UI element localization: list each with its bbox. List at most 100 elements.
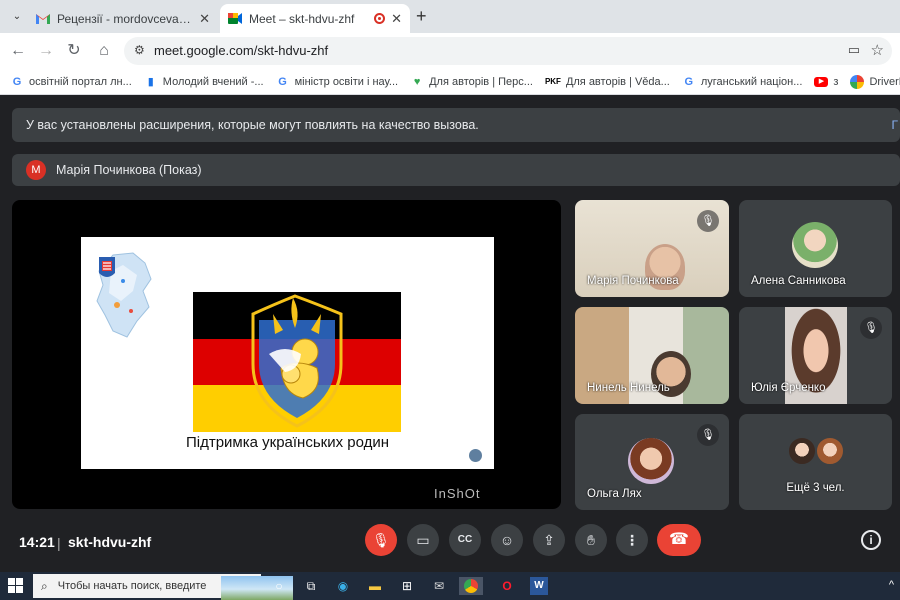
- address-bar[interactable]: ⚙ meet.google.com/skt-hdvu-zhf ▭ ☆: [124, 37, 892, 65]
- reactions-button[interactable]: ☺: [491, 524, 523, 556]
- participant-name: Ольга Лях: [587, 488, 642, 500]
- bookmark-star-icon[interactable]: ☆: [871, 41, 884, 59]
- leave-call-button[interactable]: ☎: [657, 524, 701, 556]
- emoji-icon: ☺: [499, 532, 515, 548]
- file-explorer-icon[interactable]: ▬: [366, 577, 384, 595]
- captions-button[interactable]: CC: [449, 524, 481, 556]
- presentation-stage: Підтримка українських родин InShOt: [12, 200, 561, 509]
- youtube-icon: ▶: [814, 76, 829, 87]
- mic-off-icon: 🎙︎: [697, 210, 719, 232]
- edge-icon[interactable]: ◉: [334, 577, 352, 595]
- mic-off-icon: 🎙︎: [697, 424, 719, 446]
- raise-hand-button[interactable]: ✋︎: [575, 524, 607, 556]
- banner-text: У вас установлены расширения, которые мо…: [26, 118, 479, 132]
- heart-icon: ♥: [413, 75, 421, 88]
- store-icon[interactable]: ⊞: [398, 577, 416, 595]
- url-text: meet.google.com/skt-hdvu-zhf: [154, 43, 329, 58]
- participant-tile[interactable]: 🎙︎ Ольга Лях: [575, 414, 729, 510]
- participant-name: Юлія Єрченко: [751, 382, 826, 394]
- word-icon[interactable]: W: [530, 577, 548, 595]
- home-icon[interactable]: ⌂: [94, 41, 114, 61]
- bookmark-item[interactable]: PKF Для авторів | Věda...: [545, 75, 670, 89]
- present-button[interactable]: ⇪: [533, 524, 565, 556]
- bookmark-label: Молодий вчений -...: [162, 75, 264, 88]
- google-g-icon: G: [684, 75, 694, 88]
- bookmark-item[interactable]: DriverPack: [850, 74, 900, 89]
- bookmark-label: з: [833, 75, 839, 88]
- bookmark-item[interactable]: Gлуганський націон...: [682, 75, 803, 89]
- bookmark-item[interactable]: Gосвітній портал лн...: [10, 75, 132, 89]
- participant-tile[interactable]: Ещё 3 чел.: [739, 414, 892, 510]
- bookmark-item[interactable]: ▶ з: [814, 76, 838, 88]
- current-time: 14:21: [19, 534, 55, 550]
- slide-caption: Підтримка українських родин: [185, 434, 390, 451]
- participant-avatar: [792, 222, 838, 268]
- inshot-watermark: InShOt: [434, 486, 481, 501]
- reload-icon[interactable]: ↻: [64, 41, 84, 61]
- german-flag-image: [193, 292, 401, 433]
- meeting-code: skt-hdvu-zhf: [68, 534, 152, 550]
- close-tab-icon[interactable]: ✕: [391, 11, 402, 27]
- presentation-bar: М Марія Починкова (Показ): [12, 154, 900, 186]
- cortana-icon[interactable]: ○: [270, 577, 288, 595]
- pkf-icon: PKF: [544, 76, 561, 86]
- back-icon[interactable]: ←: [8, 41, 28, 61]
- call-end-icon: ☎: [669, 531, 689, 548]
- banner-link[interactable]: Г: [892, 118, 899, 132]
- tray-chevron-icon[interactable]: ^: [889, 579, 894, 591]
- forward-icon[interactable]: →: [36, 41, 56, 61]
- slide-pointer-icon: [469, 449, 482, 462]
- taskbar-search-box[interactable]: ⌕ Чтобы начать поиск, введите: [33, 574, 293, 600]
- recording-icon: [374, 13, 386, 24]
- participant-avatar: [815, 436, 845, 466]
- more-options-button[interactable]: ⋮: [616, 524, 648, 556]
- google-g-icon: G: [278, 75, 287, 88]
- tab-title: Meet – skt-hdvu-zhf: [249, 11, 355, 26]
- chrome-icon[interactable]: [459, 577, 483, 595]
- bookmark-item[interactable]: ▮ Молодий вчений -...: [144, 75, 264, 89]
- search-icon: ⌕: [41, 578, 48, 593]
- mail-icon[interactable]: ✉: [430, 577, 448, 595]
- tab-gmail[interactable]: Рецензії - mordovcevanv@gma ✕: [28, 4, 218, 33]
- site-info-icon[interactable]: ⚙: [134, 43, 145, 57]
- participant-name: Нинель Нинель: [587, 382, 670, 394]
- gmail-icon: [36, 13, 50, 24]
- bookmarks-bar: Gосвітній портал лн... ▮ Молодий вчений -…: [0, 69, 900, 95]
- mic-off-icon: 🎙︎: [860, 317, 882, 339]
- participant-tile[interactable]: 🎙︎ Марія Починкова: [575, 200, 729, 297]
- family-emblem-image: [251, 294, 343, 428]
- close-tab-icon[interactable]: ✕: [199, 11, 210, 27]
- hesse-map-image: [96, 252, 152, 338]
- tab-search-icon[interactable]: ⌄: [8, 8, 26, 26]
- bookmark-item[interactable]: Gміністр освіти і нау...: [276, 75, 399, 89]
- new-tab-icon[interactable]: +: [416, 6, 427, 27]
- participant-tile[interactable]: Алена Санникова: [739, 200, 892, 297]
- tab-meet[interactable]: Meet – skt-hdvu-zhf ✕: [220, 4, 410, 33]
- meet-icon: [228, 13, 242, 24]
- windows-start-icon[interactable]: [8, 578, 24, 594]
- camera-icon[interactable]: ▭: [848, 42, 860, 58]
- bookmark-item[interactable]: ♥ Для авторів | Перс...: [410, 75, 533, 89]
- windows-taskbar: ⌕ Чтобы начать поиск, введите ○ ⧉ ◉ ▬ ⊞ …: [0, 572, 900, 600]
- mic-toggle-button[interactable]: 🎙︎: [365, 524, 397, 556]
- bookmark-label: луганський націон...: [700, 75, 803, 88]
- shared-slide: Підтримка українських родин: [81, 237, 494, 469]
- meeting-info-icon[interactable]: i: [861, 530, 881, 550]
- participant-name: Марія Починкова: [587, 275, 679, 287]
- hand-icon: ✋︎: [587, 532, 595, 548]
- participant-avatar: [787, 436, 817, 466]
- participant-tile[interactable]: Нинель Нинель: [575, 307, 729, 404]
- bookmark-icon: ▮: [147, 75, 154, 88]
- opera-icon[interactable]: O: [498, 577, 516, 595]
- present-screen-icon: ⇪: [543, 532, 555, 548]
- participant-tile[interactable]: 🎙︎ Юлія Єрченко: [739, 307, 892, 404]
- bookmark-label: міністр освіти і нау...: [294, 75, 399, 88]
- camera-toggle-button[interactable]: ▭: [407, 524, 439, 556]
- presenter-name: Марія Починкова (Показ): [56, 163, 202, 177]
- meet-window: У вас установлены расширения, которые мо…: [0, 96, 900, 572]
- participant-avatar: [628, 438, 674, 484]
- presenter-avatar: М: [26, 160, 46, 180]
- separator: |: [57, 535, 61, 551]
- tab-bar: ⌄ Рецензії - mordovcevanv@gma ✕ Meet – s…: [0, 0, 900, 33]
- task-view-icon[interactable]: ⧉: [302, 577, 320, 595]
